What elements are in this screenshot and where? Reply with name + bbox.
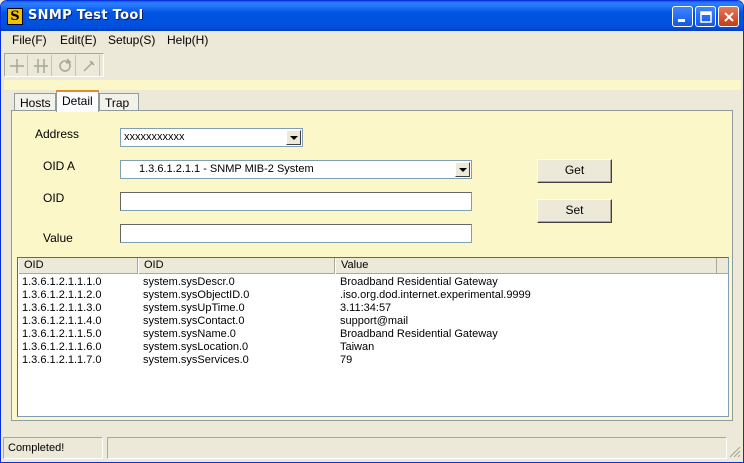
tab-strip-band (4, 80, 741, 90)
oid-label: OID (43, 191, 65, 205)
tab-trap[interactable]: Trap (99, 93, 139, 111)
cell-oid-name: system.sysLocation.0 (143, 341, 249, 353)
resize-grip-icon[interactable] (729, 446, 741, 458)
close-button[interactable] (718, 6, 739, 27)
cell-value: Broadband Residential Gateway (340, 276, 498, 288)
cell-oid: 1.3.6.1.2.1.1.6.0 (22, 341, 102, 353)
cell-value: 3.11:34:57 (340, 302, 392, 314)
minimize-button[interactable] (672, 6, 693, 27)
status-text: Completed! (3, 437, 103, 459)
cell-oid: 1.3.6.1.2.1.1.1.0 (22, 276, 102, 288)
refresh-button[interactable] (54, 55, 76, 76)
menu-help[interactable]: Help(H) (167, 33, 208, 47)
cell-value: .iso.org.dod.internet.experimental.9999 (340, 289, 531, 301)
cell-oid: 1.3.6.1.2.1.1.5.0 (22, 328, 102, 340)
address-dropdown-button[interactable] (286, 130, 301, 145)
results-table[interactable]: OID OID Value 1.3.6.1.2.1.1.1.0 system.s… (17, 257, 729, 417)
column-header-value[interactable]: Value (335, 258, 717, 274)
cell-value: Taiwan (340, 341, 375, 353)
table-row[interactable]: 1.3.6.1.2.1.1.3.0 system.sysUpTime.0 3.1… (18, 302, 728, 315)
status-pane-secondary (107, 437, 727, 459)
table-row[interactable]: 1.3.6.1.2.1.1.1.0 system.sysDescr.0 Broa… (18, 276, 728, 289)
oid-a-value: 1.3.6.1.2.1.1 - SNMP MIB-2 System (139, 163, 314, 175)
hash-button[interactable] (30, 55, 52, 76)
table-row[interactable]: 1.3.6.1.2.1.1.4.0 system.sysContact.0 su… (18, 315, 728, 328)
cell-value: support@mail (340, 315, 409, 327)
cell-oid-name: system.sysDescr.0 (143, 276, 235, 288)
oid-a-dropdown-button[interactable] (455, 162, 470, 177)
cell-oid: 1.3.6.1.2.1.1.3.0 (22, 302, 102, 314)
window-title: SNMP Test Tool (28, 8, 144, 23)
address-value: xxxxxxxxxxx (124, 131, 185, 143)
menu-setup[interactable]: Setup(S) (108, 33, 155, 47)
table-row[interactable]: 1.3.6.1.2.1.1.2.0 system.sysObjectID.0 .… (18, 289, 728, 302)
table-header: OID OID Value (18, 258, 728, 274)
maximize-button[interactable] (695, 6, 716, 27)
tool-icon (83, 60, 95, 72)
tab-hosts[interactable]: Hosts (14, 93, 56, 111)
address-label: Address (35, 127, 80, 141)
app-window: S SNMP Test Tool File(F) Edit(E) Setup(S… (0, 0, 744, 463)
chevron-down-icon (290, 136, 298, 140)
cell-value: Broadband Residential Gateway (340, 328, 498, 340)
set-button[interactable]: Set (537, 199, 612, 223)
cell-oid: 1.3.6.1.2.1.1.7.0 (22, 354, 102, 366)
oid-a-label: OID A (43, 159, 76, 173)
cell-oid-name: system.sysContact.0 (143, 315, 245, 327)
tool-button[interactable] (78, 55, 100, 76)
cell-oid-name: system.sysUpTime.0 (143, 302, 245, 314)
column-header-oid-name[interactable]: OID (138, 258, 335, 274)
chevron-down-icon (459, 168, 467, 172)
maximize-icon (700, 11, 712, 23)
menu-bar: File(F) Edit(E) Setup(S) Help(H) (1, 31, 743, 50)
table-row[interactable]: 1.3.6.1.2.1.1.7.0 system.sysServices.0 7… (18, 354, 728, 367)
refresh-icon (59, 58, 72, 72)
cell-value: 79 (340, 354, 353, 366)
table-row[interactable]: 1.3.6.1.2.1.1.6.0 system.sysLocation.0 T… (18, 341, 728, 354)
menu-edit[interactable]: Edit(E) (60, 33, 97, 47)
tab-detail[interactable]: Detail (56, 90, 99, 112)
get-button[interactable]: Get (537, 159, 612, 183)
column-header-oid[interactable]: OID (18, 258, 138, 274)
hash-icon (34, 59, 48, 73)
cell-oid-name: system.sysServices.0 (143, 354, 249, 366)
cell-oid: 1.3.6.1.2.1.1.4.0 (22, 315, 102, 327)
close-icon (724, 12, 734, 22)
toolbar (4, 53, 104, 77)
table-row[interactable]: 1.3.6.1.2.1.1.5.0 system.sysName.0 Broad… (18, 328, 728, 341)
oid-a-combo[interactable]: 1.3.6.1.2.1.1 - SNMP MIB-2 System (120, 160, 472, 179)
menu-file[interactable]: File(F) (12, 33, 47, 47)
value-input[interactable] (120, 224, 472, 243)
add-host-button[interactable] (6, 55, 28, 76)
oid-input[interactable] (120, 192, 472, 211)
cell-oid-name: system.sysObjectID.0 (143, 289, 250, 301)
value-label: Value (43, 231, 73, 245)
cell-oid: 1.3.6.1.2.1.1.2.0 (22, 289, 102, 301)
tab-bar: Hosts Detail Trap (13, 90, 733, 112)
cell-oid-name: system.sysName.0 (143, 328, 236, 340)
status-bar: Completed! (1, 437, 743, 462)
app-logo-icon[interactable]: S (7, 8, 23, 25)
address-combo[interactable]: xxxxxxxxxxx (120, 128, 303, 147)
plus-icon (10, 59, 24, 73)
title-bar[interactable]: S SNMP Test Tool (1, 1, 743, 31)
minimize-icon (678, 19, 685, 22)
